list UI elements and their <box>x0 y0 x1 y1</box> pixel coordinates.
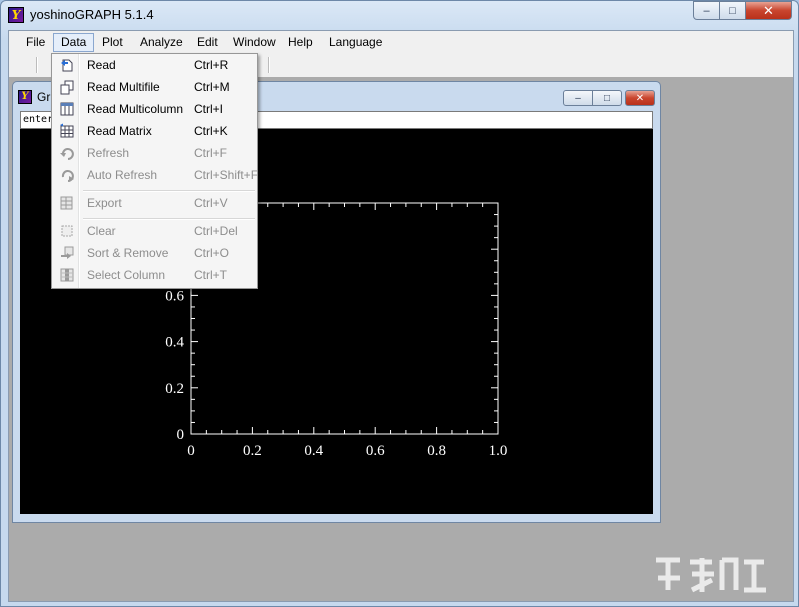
menu-item-select-column[interactable]: Select Column Ctrl+T <box>54 264 255 286</box>
menu-item-shortcut: Ctrl+Shift+F <box>194 168 259 182</box>
x-tick-label: 0 <box>187 443 195 459</box>
x-tick-label: 1.0 <box>489 443 508 459</box>
y-tick-label: 0.6 <box>165 288 184 304</box>
menu-item-read[interactable]: Read Ctrl+R <box>54 54 255 76</box>
refresh-icon <box>60 148 74 160</box>
menu-item-label: Refresh <box>87 146 130 160</box>
menu-plot[interactable]: Plot <box>95 33 130 52</box>
menubar: File Data Plot Analyze Edit Window Help … <box>9 31 793 53</box>
read-multicolumn-icon <box>60 102 74 116</box>
app-logo-icon: Y <box>8 7 24 23</box>
menu-analyze[interactable]: Analyze <box>133 33 190 52</box>
y-tick-label: 0 <box>177 427 185 443</box>
export-icon <box>60 196 73 210</box>
app-window: Y yoshinoGRAPH 5.1.4 – □ ✕ File Data Plo… <box>0 0 799 607</box>
x-tick-label: 0.8 <box>427 443 446 459</box>
close-button[interactable]: ✕ <box>746 1 792 20</box>
menu-item-label: Auto Refresh <box>87 168 158 182</box>
graph-window-title: Gr <box>37 90 51 104</box>
menu-file[interactable]: File <box>19 33 52 52</box>
menu-item-label: Read Multifile <box>87 80 160 94</box>
x-tick-label: 0.4 <box>304 443 323 459</box>
menu-item-export[interactable]: Export Ctrl+V <box>54 192 255 214</box>
menu-item-read-multifile[interactable]: Read Multifile Ctrl+M <box>54 76 255 98</box>
menu-item-sort-remove[interactable]: Sort & Remove Ctrl+O <box>54 242 255 264</box>
title-bar[interactable]: Y yoshinoGRAPH 5.1.4 – □ ✕ <box>1 1 798 29</box>
select-column-icon <box>60 268 74 282</box>
toolbar-separator <box>268 57 270 73</box>
window-controls: – □ ✕ <box>693 1 792 21</box>
menu-item-label: Read Matrix <box>87 124 152 138</box>
menu-item-label: Sort & Remove <box>87 246 169 260</box>
graph-maximize-button[interactable]: □ <box>593 90 622 106</box>
graph-window-controls: – □ ✕ <box>563 90 655 106</box>
menu-item-refresh[interactable]: Refresh Ctrl+F <box>54 142 255 164</box>
menu-item-shortcut: Ctrl+K <box>194 124 228 138</box>
menu-item-shortcut: Ctrl+O <box>194 246 230 260</box>
menu-item-label: Export <box>87 196 122 210</box>
graph-window-logo-icon: Y <box>18 90 32 104</box>
menu-item-clear[interactable]: Clear Ctrl+Del <box>54 220 255 242</box>
menu-item-label: Clear <box>87 224 116 238</box>
graph-close-button[interactable]: ✕ <box>625 90 655 106</box>
read-matrix-icon <box>60 123 74 138</box>
clear-icon <box>61 225 73 237</box>
menu-item-shortcut: Ctrl+F <box>194 146 227 160</box>
menu-item-read-multicolumn[interactable]: Read Multicolumn Ctrl+I <box>54 98 255 120</box>
menu-item-label: Select Column <box>87 268 166 282</box>
menu-item-read-matrix[interactable]: Read Matrix Ctrl+K <box>54 120 255 142</box>
menu-item-label: Read <box>87 58 116 72</box>
graph-minimize-button[interactable]: – <box>563 90 593 106</box>
watermark-logo <box>656 557 766 593</box>
menu-item-auto-refresh[interactable]: Auto Refresh Ctrl+Shift+F <box>54 164 259 186</box>
menu-language[interactable]: Language <box>322 33 389 52</box>
x-tick-label: 0.6 <box>366 443 385 459</box>
read-multifile-icon <box>60 80 74 95</box>
menu-window[interactable]: Window <box>226 33 283 52</box>
y-tick-label: 0.2 <box>165 381 184 397</box>
menu-item-shortcut: Ctrl+Del <box>194 224 238 238</box>
menu-item-shortcut: Ctrl+I <box>194 102 224 116</box>
maximize-button[interactable]: □ <box>720 1 746 20</box>
menu-item-label: Read Multicolumn <box>87 102 184 116</box>
menu-item-shortcut: Ctrl+M <box>194 80 230 94</box>
menu-item-shortcut: Ctrl+V <box>194 196 228 210</box>
y-tick-label: 0.4 <box>165 335 184 351</box>
window-title: yoshinoGRAPH 5.1.4 <box>30 7 154 22</box>
menu-item-shortcut: Ctrl+T <box>194 268 227 282</box>
menu-edit[interactable]: Edit <box>190 33 225 52</box>
menu-data[interactable]: Data <box>53 33 95 52</box>
menu-item-shortcut: Ctrl+R <box>194 58 229 72</box>
data-menu-dropdown: Read Ctrl+R Read Multifile Ctrl+M Read M… <box>51 53 258 289</box>
toolbar-separator <box>36 57 38 73</box>
sort-remove-icon <box>61 246 74 259</box>
minimize-button[interactable]: – <box>693 1 720 20</box>
x-tick-label: 0.2 <box>243 443 262 459</box>
auto-refresh-icon <box>61 170 74 182</box>
read-icon <box>61 59 73 72</box>
menu-help[interactable]: Help <box>281 33 320 52</box>
